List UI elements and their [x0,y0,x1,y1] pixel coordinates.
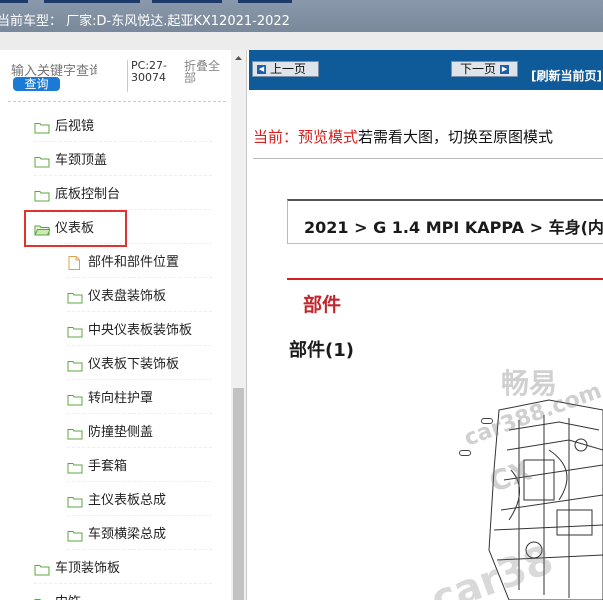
tree-item[interactable]: 转向柱护罩 [67,380,212,414]
section-title: 部件 [303,294,342,316]
tree-item-label: 后视镜 [55,119,95,134]
folder-icon [34,187,50,201]
folder-icon [67,357,83,371]
tree-item-label: 主仪表板总成 [88,493,167,508]
scroll-up-arrow[interactable] [231,50,246,66]
breadcrumb-box: 2021 > G 1.4 MPI KAPPA > 车身(内部 [287,199,603,244]
tree-item-label: 仪表板下装饰板 [88,357,180,372]
vertical-scrollbar[interactable] [231,50,246,600]
folder-icon [34,119,50,133]
folder-icon [67,459,83,473]
folder-icon [67,289,83,303]
page-icon [67,255,83,270]
selection-highlight [24,210,127,247]
breadcrumb: 2021 > G 1.4 MPI KAPPA > 车身(内部 [304,218,603,237]
tree-item-label: 防撞垫侧盖 [88,425,154,440]
preview-mode-hint[interactable]: 若需看大图，切换至原图模式 [358,128,553,146]
tree-item-label: 车颈横梁总成 [88,527,167,542]
prev-page-button[interactable]: ◀ 上一页 [252,61,319,77]
tree-item[interactable]: 内饰 [34,584,212,600]
prev-page-label: 上一页 [270,62,307,76]
tree-item[interactable]: 防撞垫侧盖 [67,414,212,448]
tree-item[interactable]: 主仪表板总成 [67,482,212,516]
content-panel: ◀ 上一页 下一页 ▶ [刷新当前页] 当前：预览模式若需看大图，切换至原图模式… [249,50,603,600]
pc-code: PC:27-30074 [131,59,167,84]
tree-item[interactable]: 手套箱 [67,448,212,482]
tree-item-label: 底板控制台 [55,187,121,202]
tree-item[interactable]: 仪表盘装饰板 [67,278,212,312]
tree-item[interactable]: 车颈顶盖 [34,142,212,176]
tree-item-label: 车顶装饰板 [55,561,121,576]
left-panel: 查询 PC:27-30074 折叠全部 后视镜车颈顶盖底板控制台仪表板部件和部件… [0,50,247,600]
app-window: 当前车型： 厂家:D-东风悦达.起亚KX12021-2022 查询 PC:27-… [0,0,603,600]
tree-item[interactable]: 后视镜 [34,108,212,142]
folder-icon [67,493,83,507]
left-arrow-icon: ◀ [257,64,266,74]
divider [253,158,603,159]
tab-strip[interactable] [152,0,222,3]
scrollbar-thumb[interactable] [233,388,244,600]
subsection-title: 部件(1) [289,340,354,361]
preview-mode-message: 当前：预览模式若需看大图，切换至原图模式 [253,126,553,147]
folder-icon [67,391,83,405]
collapse-all-link[interactable]: 折叠全部 [184,60,228,84]
tree-item[interactable]: 底板控制台 [34,176,212,210]
next-page-label: 下一页 [460,62,497,76]
tree-item[interactable]: 车顶装饰板 [34,550,212,584]
tab-strip[interactable] [44,0,140,3]
search-button[interactable]: 查询 [13,77,60,91]
folder-icon [34,595,50,600]
right-arrow-icon: ▶ [500,64,510,74]
divider [8,101,226,102]
top-header: 当前车型： 厂家:D-东风悦达.起亚KX12021-2022 [0,0,603,32]
header-band [0,32,603,50]
tree-item[interactable]: 车颈横梁总成 [67,516,212,550]
tree-item[interactable]: 部件和部件位置 [67,244,212,278]
page-toolbar: ◀ 上一页 下一页 ▶ [刷新当前页] [249,50,603,90]
tree-item[interactable]: 仪表板下装饰板 [67,346,212,380]
current-model-title: 当前车型： 厂家:D-东风悦达.起亚KX12021-2022 [0,14,290,29]
section-divider [287,278,603,280]
tree-item-label: 转向柱护罩 [88,391,154,406]
tree-item-label: 车颈顶盖 [55,153,108,168]
tree-item-label: 内饰 [55,591,81,600]
next-page-button[interactable]: 下一页 ▶ [451,61,518,77]
tree-item-label: 中央仪表板装饰板 [88,323,193,338]
divider [127,60,128,92]
tree-item-label: 部件和部件位置 [88,255,180,270]
tab-strip[interactable] [238,0,292,3]
tab-strip[interactable] [0,0,28,3]
folder-icon [34,561,50,575]
tree-item[interactable]: 中央仪表板装饰板 [67,312,212,346]
tree-item-label: 手套箱 [88,459,128,474]
preview-mode-label: 当前：预览模式 [253,128,359,146]
folder-icon [34,153,50,167]
folder-icon [67,323,83,337]
folder-icon [67,527,83,541]
tree-item-label: 仪表盘装饰板 [88,289,167,304]
folder-icon [67,425,83,439]
refresh-page-link[interactable]: [刷新当前页] [531,67,602,84]
